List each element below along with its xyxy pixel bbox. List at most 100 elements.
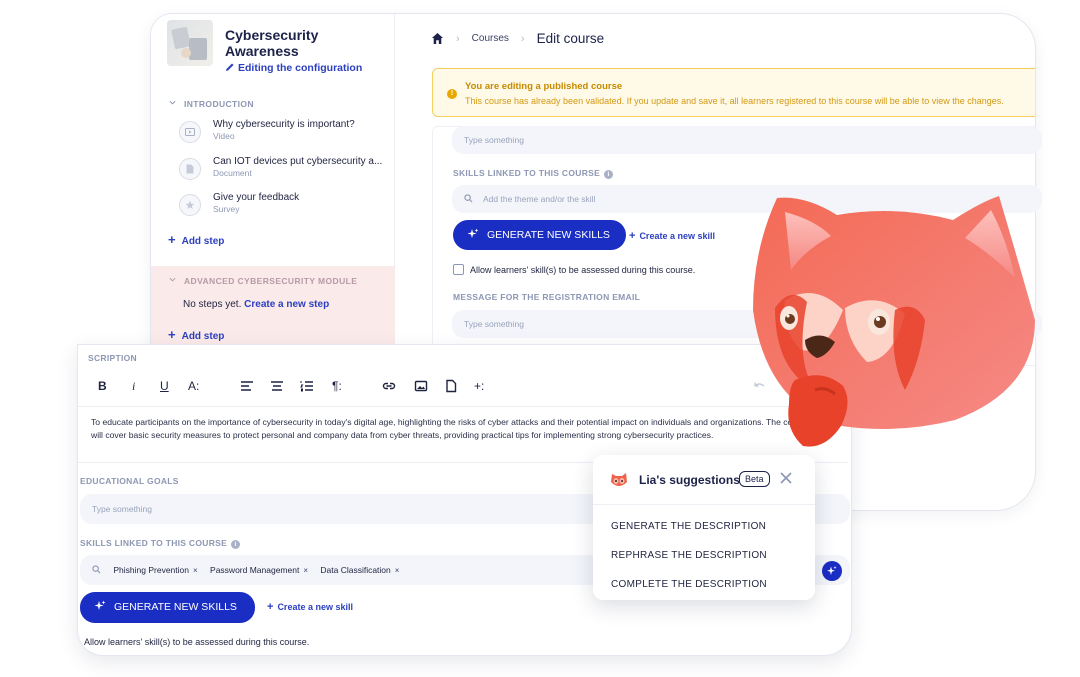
skills-label-text: SKILLS LINKED TO THIS COURSE [80, 538, 228, 548]
sparkle-icon [94, 600, 106, 610]
info-icon[interactable]: i [604, 170, 614, 179]
rich-text-toolbar: B i U A: ¶: +: [78, 371, 848, 407]
skill-chip-label: Phishing Prevention [113, 565, 189, 575]
create-skill-link[interactable]: + Create a new skill [629, 230, 715, 242]
beta-badge: Beta [739, 471, 770, 487]
warning-text: This course has already been validated. … [465, 96, 1004, 106]
paragraph-button[interactable]: ¶: [332, 379, 342, 393]
create-step-link[interactable]: Create a new step [244, 299, 329, 310]
lia-assistant-button[interactable] [822, 561, 842, 581]
editing-configuration-link[interactable]: Editing the configuration [225, 62, 362, 74]
font-size-button[interactable]: A: [188, 379, 199, 393]
breadcrumb-courses[interactable]: Courses [472, 33, 509, 44]
assess-skills-checkbox[interactable] [453, 264, 464, 275]
step-title: Why cybersecurity is important? [213, 119, 355, 130]
insert-more-button[interactable]: +: [474, 379, 484, 393]
course-title: Cybersecurity Awareness [225, 27, 319, 59]
underline-button[interactable]: U [160, 379, 169, 393]
align-center-button[interactable] [270, 379, 284, 396]
info-icon[interactable]: i [231, 540, 241, 549]
skills-search-placeholder: Add the theme and/or the skill [483, 194, 596, 204]
assess-skills-option[interactable]: Allow learners' skill(s) to be assessed … [84, 637, 309, 647]
italic-button[interactable]: i [132, 379, 135, 394]
lia-option-complete[interactable]: COMPLETE THE DESCRIPTION [611, 579, 767, 590]
description-label: SCRIPTION [88, 353, 137, 363]
section-advanced-header[interactable]: ADVANCED CYBERSECURITY MODULE [169, 276, 357, 286]
assess-skills-label: Allow learners' skill(s) to be assessed … [84, 637, 310, 647]
lia-avatar-icon [611, 473, 627, 486]
step-item[interactable]: Can IOT devices put cybersecurity a... D… [179, 156, 389, 186]
chevron-down-icon [169, 100, 176, 105]
align-left-button[interactable] [240, 379, 254, 396]
document-icon [179, 158, 201, 180]
align-left-icon [241, 381, 253, 391]
numbered-list-icon [300, 381, 313, 392]
video-icon [179, 121, 201, 143]
close-icon[interactable] [779, 471, 793, 485]
skill-chip: Password Management × [210, 555, 308, 586]
step-item[interactable]: Give your feedback Survey [179, 192, 389, 222]
lia-mascot-illustration [753, 196, 1035, 447]
course-thumbnail [167, 20, 213, 66]
breadcrumb-separator: › [456, 32, 460, 45]
numbered-list-button[interactable] [300, 379, 314, 396]
image-button[interactable] [414, 379, 428, 396]
add-step-label: Add step [181, 331, 225, 342]
no-steps-text: No steps yet. [183, 299, 242, 310]
step-type: Survey [213, 204, 240, 214]
align-center-icon [271, 381, 283, 391]
step-item[interactable]: Why cybersecurity is important? Video [179, 119, 389, 149]
chevron-down-icon [169, 277, 176, 282]
section-title: ADVANCED CYBERSECURITY MODULE [184, 276, 358, 286]
assess-skills-option[interactable]: Allow learners' skill(s) to be assessed … [453, 264, 695, 275]
remove-chip-icon[interactable]: × [193, 566, 198, 575]
plus-icon: + [168, 232, 176, 247]
warning-icon: ! [447, 89, 457, 99]
step-title: Can IOT devices put cybersecurity a... [213, 156, 383, 167]
pencil-icon [226, 63, 234, 71]
skill-chip: Data Classification × [320, 555, 399, 586]
generate-skills-button[interactable]: GENERATE NEW SKILLS [80, 592, 255, 623]
registration-email-label: MESSAGE FOR THE REGISTRATION EMAIL [453, 292, 641, 302]
skills-label: SKILLS LINKED TO THIS COURSE i [453, 168, 614, 179]
skills-label: SKILLS LINKED TO THIS COURSE i [80, 538, 241, 549]
remove-chip-icon[interactable]: × [395, 566, 400, 575]
step-title: Give your feedback [213, 192, 300, 203]
lia-option-rephrase[interactable]: REPHRASE THE DESCRIPTION [611, 550, 767, 561]
lia-suggestions-popup: Lia's suggestions Beta GENERATE THE DESC… [593, 455, 815, 600]
plus-icon: + [168, 327, 176, 342]
section-title: INTRODUCTION [184, 99, 254, 109]
no-steps-message: No steps yet. Create a new step [183, 299, 329, 310]
link-icon [382, 382, 396, 390]
generate-skills-label: GENERATE NEW SKILLS [487, 229, 610, 241]
course-header: Cybersecurity Awareness Editing the conf… [167, 20, 387, 76]
home-icon[interactable] [431, 32, 444, 45]
add-step-button[interactable]: + Add step [168, 232, 224, 247]
lia-popup-header: Lia's suggestions Beta [593, 455, 815, 505]
generate-skills-button[interactable]: GENERATE NEW SKILLS [453, 220, 626, 250]
text-input[interactable]: Type something [452, 126, 1042, 154]
step-type: Document [213, 168, 252, 178]
lia-option-generate[interactable]: GENERATE THE DESCRIPTION [611, 521, 766, 532]
image-icon [414, 380, 428, 392]
bold-button[interactable]: B [98, 379, 107, 393]
plus-icon: + [629, 230, 636, 242]
plus-icon: + [267, 601, 274, 613]
section-introduction-header[interactable]: INTRODUCTION [169, 99, 254, 109]
warning-title: You are editing a published course [465, 81, 623, 92]
create-skill-label: Create a new skill [277, 602, 353, 612]
link-button[interactable] [382, 379, 396, 396]
page-title: Edit course [536, 31, 605, 46]
add-step-button[interactable]: + Add step [168, 327, 224, 342]
sparkle-icon [827, 566, 837, 575]
remove-chip-icon[interactable]: × [303, 566, 308, 575]
search-icon [92, 565, 101, 574]
step-type: Video [213, 131, 235, 141]
search-icon [464, 194, 473, 203]
star-icon [179, 194, 201, 216]
file-button[interactable] [444, 379, 458, 396]
lia-popup-title: Lia's suggestions [639, 473, 740, 487]
skill-chip-label: Password Management [210, 565, 300, 575]
create-skill-link[interactable]: + Create a new skill [267, 601, 353, 613]
educational-goals-label: EDUCATIONAL GOALS [80, 476, 179, 486]
